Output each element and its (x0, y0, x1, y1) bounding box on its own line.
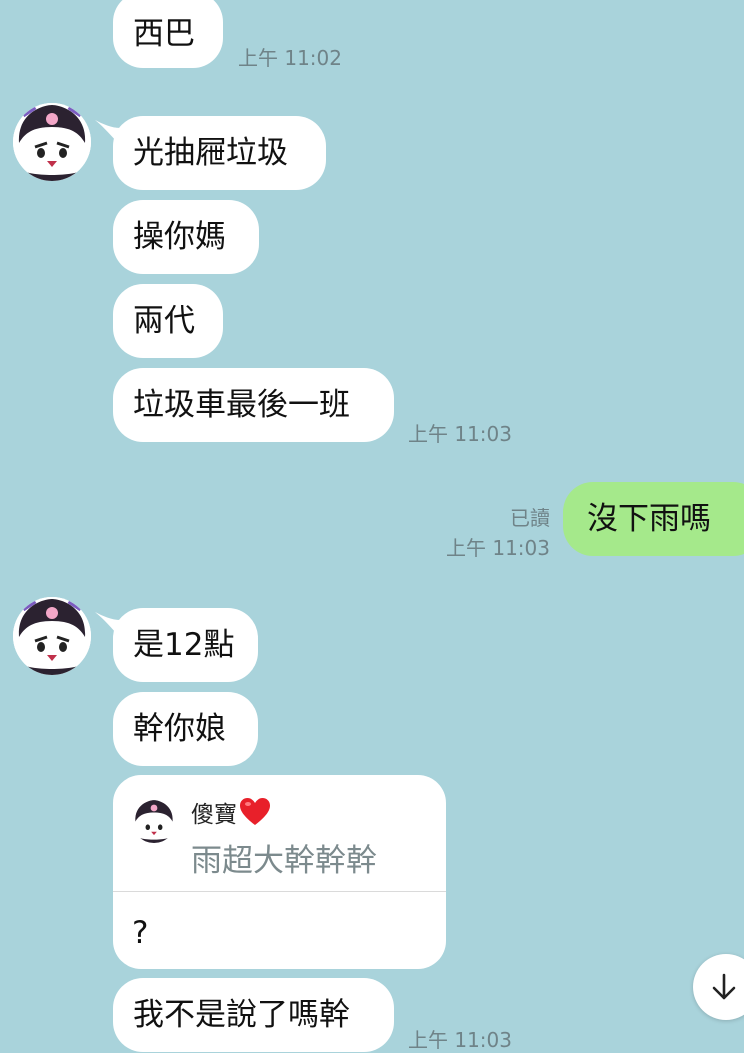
message-timestamp: 上午 11:03 (446, 536, 550, 560)
message-timestamp: 上午 11:02 (238, 46, 342, 70)
message-bubble[interactable]: 兩代 (113, 284, 223, 358)
kuromi-avatar-icon (13, 597, 91, 675)
message-text: 沒下雨嗎 (587, 500, 711, 537)
message-text: 西巴 (133, 15, 195, 52)
contact-avatar[interactable] (13, 103, 91, 181)
quoted-sender-name: 傻寶 (191, 795, 271, 829)
message-bubble[interactable]: 我不是說了嗎幹 (113, 978, 394, 1052)
quoted-sender-avatar (132, 799, 176, 843)
message-bubble[interactable]: 垃圾車最後一班 (113, 368, 394, 442)
message-text: 兩代 (133, 302, 195, 339)
message-bubble[interactable]: 是12點 (113, 608, 258, 682)
message-text: 幹你娘 (133, 710, 226, 747)
message-text: 操你媽 (133, 218, 226, 255)
message-timestamp: 上午 11:03 (408, 1028, 512, 1052)
reply-text: ? (132, 915, 149, 951)
arrow-down-icon (712, 973, 736, 1000)
message-timestamp: 上午 11:03 (408, 422, 512, 446)
outgoing-message-bubble[interactable]: 沒下雨嗎 (563, 482, 744, 556)
message-bubble[interactable]: 光抽屜垃圾 (113, 116, 326, 190)
reply-divider (113, 891, 446, 892)
quoted-sender-name-text: 傻寶 (191, 802, 237, 828)
message-text: 我不是說了嗎幹 (133, 996, 350, 1033)
kuromi-avatar-icon (132, 799, 176, 843)
contact-avatar[interactable] (13, 597, 91, 675)
red-heart-icon (240, 798, 270, 825)
quoted-message-text: 雨超大幹幹幹 (191, 843, 377, 879)
reply-message-bubble[interactable]: 傻寶 雨超大幹幹幹 ? (113, 775, 446, 969)
message-bubble[interactable]: 西巴 (113, 0, 223, 68)
kuromi-avatar-icon (13, 103, 91, 181)
read-receipt: 已讀 (510, 506, 550, 530)
message-text: 是12點 (133, 626, 235, 663)
message-bubble[interactable]: 幹你娘 (113, 692, 258, 766)
message-text: 光抽屜垃圾 (133, 134, 288, 171)
message-bubble[interactable]: 操你媽 (113, 200, 259, 274)
scroll-to-bottom-button[interactable] (693, 954, 744, 1020)
chat-view: 西巴 上午 11:02 光抽屜垃圾 操你媽 兩代 垃圾車最後一班 上午 11:0… (0, 0, 744, 1052)
message-text: 垃圾車最後一班 (133, 386, 350, 423)
